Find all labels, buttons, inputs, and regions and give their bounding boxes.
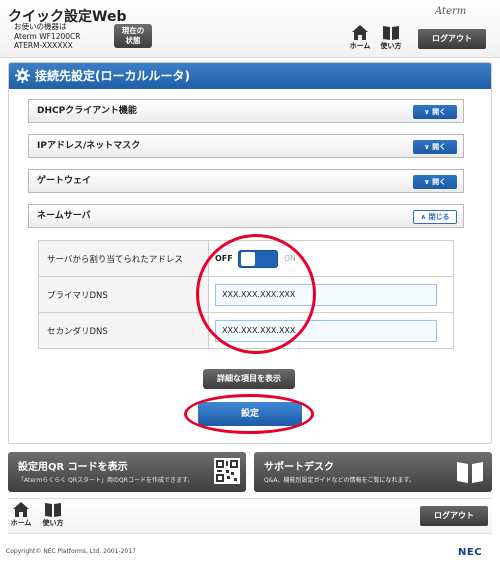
auto-address-label: サーバから割り当てられたアドレス [38, 240, 209, 277]
panel-title-text: 接続先設定(ローカルルータ) [35, 69, 190, 83]
expand-button[interactable]: ∨ 開く [413, 105, 457, 119]
logout-button[interactable]: ログアウト [418, 29, 486, 49]
device-model: Aterm WF1200CR [14, 31, 81, 41]
accordion-label: DHCPクライアント機能 [37, 106, 137, 116]
accordion-dhcp-client[interactable]: DHCPクライアント機能 ∨ 開く [28, 99, 464, 123]
accordion-label: ネームサーバ [37, 211, 91, 221]
footer-logout-button[interactable]: ログアウト [420, 506, 488, 526]
show-details-button[interactable]: 詳細な項目を表示 [203, 369, 295, 389]
accordion-label: ゲートウェイ [37, 176, 92, 186]
aterm-logo: Aterm [435, 6, 467, 17]
book-icon [383, 26, 399, 40]
current-status-button[interactable]: 現在の 状態 [114, 24, 152, 48]
expand-button[interactable]: ∨ 開く [413, 175, 457, 189]
nec-logo: NEC [458, 547, 483, 558]
accordion-label: IPアドレス/ネットマスク [37, 141, 141, 151]
footer-home-button[interactable]: ホーム [8, 502, 34, 528]
support-desk-button[interactable]: サポートデスク Q&A、機能別設定ガイドなどの情報をご覧になれます。 [254, 452, 492, 492]
highlight-ring-set [184, 394, 314, 434]
qr-code-icon [214, 458, 240, 484]
copyright: Copyright© NEC Platforms, Ltd. 2001-2017 [6, 548, 136, 555]
accordion-name-server[interactable]: ネームサーバ ∧ 閉じる [28, 204, 464, 228]
expand-button[interactable]: ∨ 開く [413, 140, 457, 154]
accordion-gateway[interactable]: ゲートウェイ ∨ 開く [28, 169, 464, 193]
accordion-ip-netmask[interactable]: IPアドレス/ネットマスク ∨ 開く [28, 134, 464, 158]
home-icon [352, 25, 368, 40]
qr-title: 設定用QR コードを表示 [18, 462, 128, 473]
primary-dns-label: プライマリDNS [38, 276, 209, 313]
gear-icon [15, 68, 30, 83]
home-icon [13, 502, 29, 517]
book-icon [45, 503, 61, 517]
panel-title: 接続先設定(ローカルルータ) [9, 63, 491, 89]
device-line: お使いの機器は [14, 22, 67, 31]
qr-subtitle: 「Atermらくらく QRスタート」用のQRコードを作成できます。 [18, 477, 194, 484]
highlight-ring-dns [196, 234, 316, 354]
secondary-dns-label: セカンダリDNS [38, 312, 209, 349]
collapse-button[interactable]: ∧ 閉じる [413, 210, 457, 224]
footer-help-button[interactable]: 使い方 [40, 502, 66, 528]
support-title: サポートデスク [264, 462, 334, 473]
help-button[interactable]: 使い方 [378, 25, 404, 51]
qr-code-button[interactable]: 設定用QR コードを表示 「Atermらくらく QRスタート」用のQRコードを作… [8, 452, 246, 492]
book-icon [457, 462, 483, 483]
device-name: ATERM-XXXXXX [14, 41, 73, 50]
header: クイック設定Web お使いの機器は Aterm WF1200CR ATERM-X… [0, 0, 500, 58]
support-subtitle: Q&A、機能別設定ガイドなどの情報をご覧になれます。 [264, 477, 415, 484]
home-button[interactable]: ホーム [347, 25, 373, 51]
device-info: お使いの機器は Aterm WF1200CR ATERM-XXXXXX [14, 22, 80, 51]
